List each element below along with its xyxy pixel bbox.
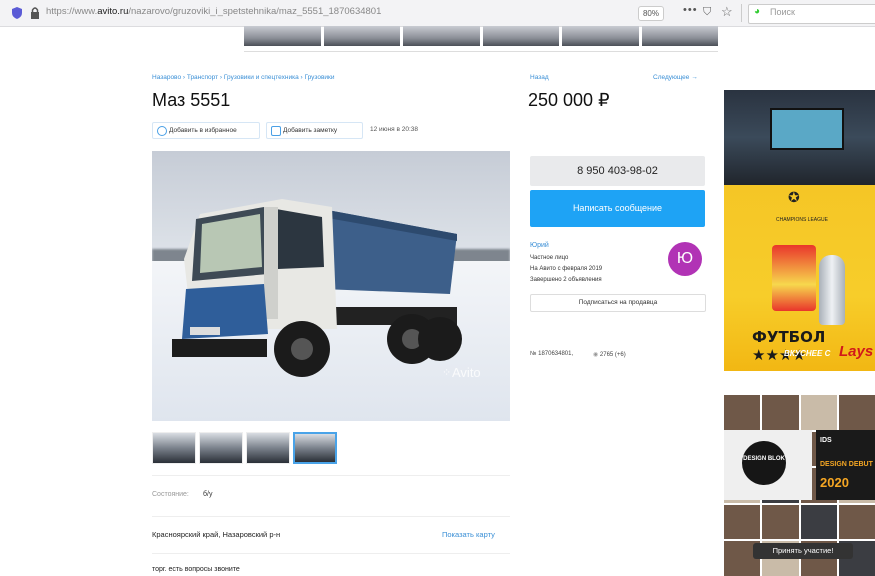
seller-type: Частное лицо xyxy=(530,255,569,261)
avatar[interactable]: Ю xyxy=(668,242,702,276)
eye-icon: ◉ xyxy=(593,352,600,358)
ad-image-yellow: ✪ CHAMPIONS LEAGUE ФУТБОЛ ★★★★ ВКУСНЕЕ С… xyxy=(724,185,875,371)
tv-screen xyxy=(770,108,844,150)
design-debut-label: DESIGN DEBUT xyxy=(820,461,873,468)
write-message-button[interactable]: Написать сообщение xyxy=(530,190,705,227)
seller-since: На Авито с февраля 2019 xyxy=(530,266,603,272)
divider xyxy=(244,51,718,52)
ad-id: № 1870634801, xyxy=(530,351,574,357)
photo-watermark: Avito xyxy=(452,365,481,380)
thumbnail[interactable] xyxy=(199,432,243,464)
heart-icon xyxy=(157,126,167,136)
add-note-label: Добавить заметку xyxy=(283,127,338,134)
phone-button[interactable]: 8 950 403-98-02 xyxy=(530,156,705,186)
lock-icon xyxy=(31,7,39,19)
add-favorite-button[interactable]: Добавить в избранное xyxy=(152,122,260,139)
divider xyxy=(152,475,510,476)
thumbnail-active[interactable] xyxy=(293,432,337,464)
thumbnail[interactable] xyxy=(152,432,196,464)
divider xyxy=(152,516,510,517)
address: Красноярский край, Назаровский р-н xyxy=(152,530,281,539)
photo-thumbnails[interactable] xyxy=(152,432,337,464)
breadcrumb[interactable]: Назарово › Транспорт › Грузовики и спецт… xyxy=(152,74,335,81)
search-input[interactable] xyxy=(748,4,875,24)
ad-subline: ВКУСНЕЕ С xyxy=(784,349,831,358)
toolbar-divider xyxy=(741,4,742,22)
view-count-value: 2765 (+6) xyxy=(599,352,626,358)
condition-value: б/у xyxy=(203,491,213,498)
condition-label: Состояние: xyxy=(152,491,189,498)
ad-banner-lays[interactable]: ✪ CHAMPIONS LEAGUE ФУТБОЛ ★★★★ ВКУСНЕЕ С… xyxy=(724,90,875,371)
thumbnail[interactable] xyxy=(246,432,290,464)
note-icon xyxy=(271,126,281,136)
design-blok-logo: DESIGN BLOK xyxy=(742,441,786,485)
add-note-button[interactable]: Добавить заметку xyxy=(266,122,363,139)
chips-bag xyxy=(772,245,816,311)
view-count: ◉ 2765 (+6) xyxy=(593,351,626,358)
gallery-strip[interactable] xyxy=(244,26,718,46)
year-label: 2020 xyxy=(820,475,849,490)
more-icon[interactable]: ••• xyxy=(683,4,698,16)
show-map-link[interactable]: Показать карту xyxy=(442,530,495,539)
ad-banner-design[interactable]: DESIGN BLOK IDS DESIGN DEBUT 2020 Принят… xyxy=(724,395,875,576)
search-placeholder: Поиск xyxy=(770,7,795,17)
seller-name[interactable]: Юрий xyxy=(530,242,549,249)
add-favorite-label: Добавить в избранное xyxy=(169,127,237,134)
pocket-icon[interactable]: ⛉ xyxy=(703,6,711,19)
page-title: Маз 5551 xyxy=(152,90,231,110)
description: торг. есть вопросы звоните xyxy=(152,566,240,573)
back-link[interactable]: Назад xyxy=(530,74,549,81)
address-bar[interactable]: https://www.avito.ru/nazarovo/gruzoviki_… xyxy=(46,6,466,17)
search-engine-icon: ◕ xyxy=(754,6,761,17)
posted-date: 12 июня в 20:38 xyxy=(370,126,418,133)
next-listing-link[interactable]: Следующее → xyxy=(653,74,698,81)
main-photo[interactable]: ⁘ Avito xyxy=(152,151,510,421)
price: 250 000 ₽ xyxy=(528,90,610,110)
ucl-label: CHAMPIONS LEAGUE xyxy=(776,217,828,223)
ids-label: IDS xyxy=(820,437,832,444)
avito-logo-icon: ⁘ xyxy=(442,367,452,379)
seller-ads-count: Завершено 2 объявления xyxy=(530,277,602,283)
trophy xyxy=(819,255,845,325)
zoom-level[interactable]: 80% xyxy=(638,6,664,21)
divider xyxy=(152,553,510,554)
bookmark-star-icon[interactable]: ☆ xyxy=(721,4,733,20)
truck-image xyxy=(172,199,462,377)
lays-logo: Lays xyxy=(839,343,874,360)
participate-button[interactable]: Принять участие! xyxy=(753,543,853,559)
shield-icon[interactable] xyxy=(12,7,22,19)
ucl-star-icon: ✪ xyxy=(788,189,800,205)
subscribe-button[interactable]: Подписаться на продавца xyxy=(530,294,706,312)
